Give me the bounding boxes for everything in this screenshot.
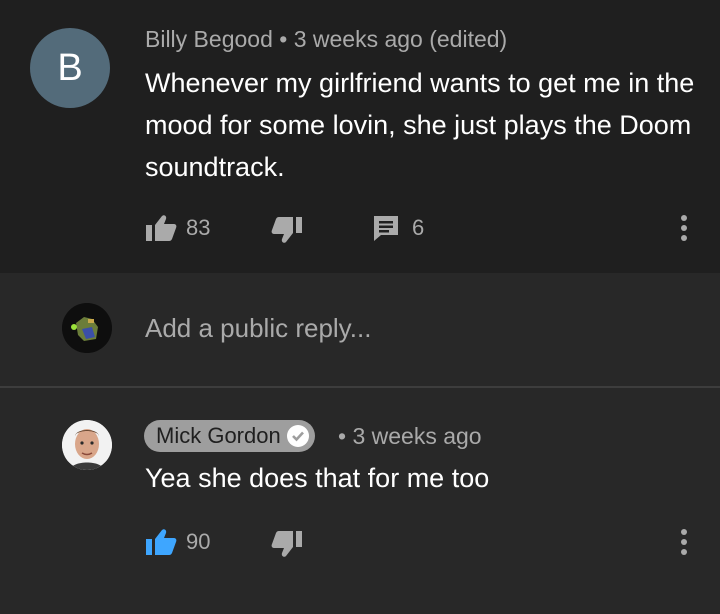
avatar[interactable]: B xyxy=(30,28,110,108)
more-vertical-icon xyxy=(681,529,687,555)
more-vertical-icon xyxy=(681,215,687,241)
reply-input[interactable]: Add a public reply... xyxy=(145,313,371,344)
view-replies-button[interactable] xyxy=(366,208,406,248)
comment-author[interactable]: Billy Begood xyxy=(145,26,273,52)
reply-time: • 3 weeks ago xyxy=(338,423,482,449)
thumbs-down-icon xyxy=(271,531,302,557)
reply-more-button[interactable] xyxy=(672,522,696,562)
reply-like-button[interactable] xyxy=(140,522,180,562)
reply-like-count: 90 xyxy=(186,529,211,554)
reply-count-group: 6 xyxy=(366,208,424,248)
reply-author-avatar[interactable] xyxy=(62,420,112,470)
comment-time: 3 weeks ago (edited) xyxy=(293,26,508,52)
comment-more-button[interactable] xyxy=(672,208,696,248)
avatar-letter: B xyxy=(57,46,83,89)
comment-icon xyxy=(374,216,398,241)
like-group: 83 xyxy=(140,208,210,248)
thumbs-up-icon xyxy=(146,215,177,241)
user-avatar[interactable] xyxy=(62,303,112,353)
comment-text: Whenever my girlfriend wants to get me i… xyxy=(145,68,695,182)
reply-author: Mick Gordon xyxy=(156,423,281,448)
dislike-group xyxy=(268,210,308,250)
thumbs-down-icon xyxy=(271,217,302,243)
meta-separator: • xyxy=(279,26,288,52)
like-count: 83 xyxy=(186,215,211,240)
comment-meta: Billy Begood • 3 weeks ago (edited) xyxy=(145,26,507,53)
comment-card: B Billy Begood • 3 weeks ago (edited) Wh… xyxy=(0,0,720,273)
verified-check-icon xyxy=(286,425,309,447)
reply-count: 6 xyxy=(412,215,425,240)
dislike-button[interactable] xyxy=(268,210,308,250)
reply-text: Yea she does that for me too xyxy=(145,463,490,493)
reply-author-chip[interactable]: Mick Gordon xyxy=(144,420,315,452)
like-button[interactable] xyxy=(140,208,180,248)
thumbs-up-icon xyxy=(146,529,177,555)
user-avatar-image xyxy=(62,303,112,353)
reply-input-row: Add a public reply... xyxy=(0,273,720,386)
reply-author-avatar-image xyxy=(62,420,112,470)
reply-like-group: 90 xyxy=(140,522,210,562)
divider xyxy=(0,386,720,388)
reply-dislike-button[interactable] xyxy=(268,524,308,564)
reply-dislike-group xyxy=(268,524,308,564)
